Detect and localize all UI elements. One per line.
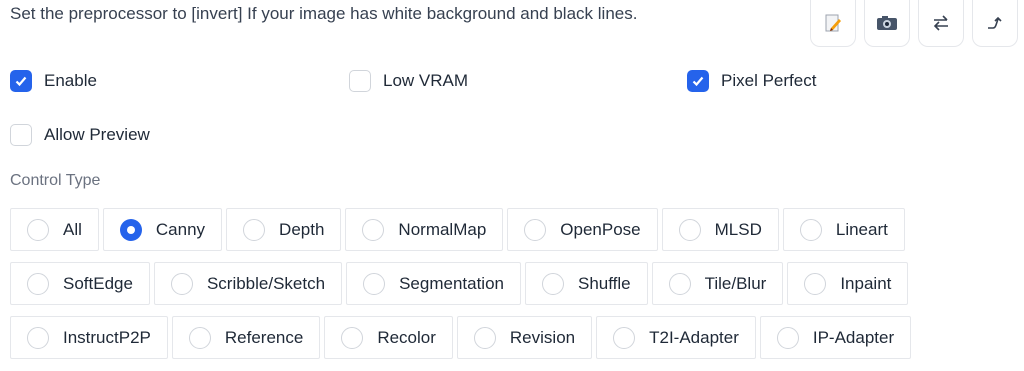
low-vram-checkbox[interactable]: Low VRAM [349, 70, 468, 92]
radio-label: All [63, 219, 82, 239]
send-button[interactable] [972, 0, 1018, 47]
radio-option[interactable]: Revision [456, 316, 593, 359]
radio-label: Recolor [377, 327, 436, 347]
radio-option[interactable]: T2I-Adapter [596, 316, 756, 359]
control-type-label: Control Type [10, 172, 101, 189]
radio-option[interactable]: Shuffle [524, 262, 648, 305]
radio-unselected-icon [27, 272, 49, 295]
radio-label: Shuffle [577, 273, 631, 293]
radio-unselected-icon [473, 326, 496, 349]
checkbox-checked-icon [687, 70, 709, 92]
camera-icon [877, 16, 897, 30]
radio-unselected-icon [613, 326, 636, 349]
radio-label: NormalMap [398, 219, 487, 239]
radio-unselected-icon [799, 218, 822, 241]
checkbox-checked-icon [10, 70, 32, 92]
radio-unselected-icon [27, 326, 49, 349]
checkbox-unchecked-icon [10, 124, 32, 146]
radio-option[interactable]: Inpaint [787, 262, 909, 305]
radio-label: InstructP2P [63, 327, 151, 347]
radio-label: Canny [155, 219, 206, 239]
radio-label: Lineart [835, 219, 888, 239]
radio-unselected-icon [362, 218, 385, 241]
radio-unselected-icon [170, 272, 193, 295]
radio-unselected-icon [678, 218, 701, 241]
camera-button[interactable] [864, 0, 910, 47]
radio-unselected-icon [363, 272, 386, 295]
radio-label: Reference [224, 327, 304, 347]
radio-unselected-icon [27, 218, 49, 241]
radio-option[interactable]: Canny [102, 208, 223, 251]
radio-option[interactable]: IP-Adapter [759, 316, 912, 359]
allow-preview-label: Allow Preview [44, 125, 150, 144]
control-type-row-2: SoftEdge Scribble/Sketch Segmentation Sh… [10, 262, 909, 305]
radio-label: IP-Adapter [812, 327, 895, 347]
radio-option[interactable]: OpenPose [507, 208, 658, 251]
low-vram-label: Low VRAM [383, 71, 469, 90]
radio-option[interactable]: InstructP2P [10, 316, 168, 359]
pixel-perfect-label: Pixel Perfect [721, 71, 817, 90]
enable-label: Enable [44, 71, 97, 90]
radio-unselected-icon [243, 218, 266, 241]
radio-option[interactable]: MLSD [661, 208, 779, 251]
radio-option[interactable]: All [10, 208, 99, 251]
radio-label: Tile/Blur [704, 273, 767, 293]
radio-label: T2I-Adapter [649, 327, 739, 347]
edit-button[interactable] [810, 0, 856, 47]
radio-label: Depth [279, 219, 325, 239]
radio-label: Revision [509, 327, 576, 347]
radio-unselected-icon [804, 272, 827, 295]
radio-label: Segmentation [399, 273, 504, 293]
radio-label: Scribble/Sketch [206, 273, 326, 293]
toolbar [810, 0, 1018, 47]
radio-label: MLSD [714, 219, 762, 239]
radio-selected-icon [119, 218, 142, 241]
radio-label: OpenPose [560, 219, 641, 239]
enable-checkbox[interactable]: Enable [10, 70, 97, 92]
radio-option[interactable]: Depth [226, 208, 342, 251]
radio-option[interactable]: Lineart [782, 208, 905, 251]
control-type-row-3: InstructP2P Reference Recolor Revision T… [10, 316, 912, 359]
radio-option[interactable]: Tile/Blur [651, 262, 784, 305]
swap-button[interactable] [918, 0, 964, 47]
allow-preview-checkbox[interactable]: Allow Preview [10, 124, 150, 146]
radio-label: SoftEdge [63, 273, 133, 293]
radio-unselected-icon [188, 326, 211, 349]
send-arrow-icon [988, 16, 1002, 29]
control-type-row-1: All Canny Depth NormalMap OpenPose MLSD … [10, 208, 905, 251]
swap-arrows-icon [933, 15, 948, 31]
edit-icon [825, 14, 841, 32]
preprocessor-hint: Set the preprocessor to [invert] If your… [10, 4, 638, 23]
radio-option[interactable]: NormalMap [345, 208, 504, 251]
radio-unselected-icon [541, 272, 564, 295]
radio-option[interactable]: Scribble/Sketch [153, 262, 343, 305]
radio-option[interactable]: Recolor [324, 316, 453, 359]
checkbox-unchecked-icon [349, 70, 371, 92]
radio-option[interactable]: Segmentation [346, 262, 521, 305]
radio-label: Inpaint [840, 273, 892, 293]
radio-unselected-icon [341, 326, 364, 349]
radio-option[interactable]: Reference [171, 316, 321, 359]
radio-unselected-icon [524, 218, 547, 241]
radio-option[interactable]: SoftEdge [10, 262, 150, 305]
pixel-perfect-checkbox[interactable]: Pixel Perfect [687, 70, 816, 92]
radio-unselected-icon [776, 326, 799, 349]
radio-unselected-icon [668, 272, 691, 295]
